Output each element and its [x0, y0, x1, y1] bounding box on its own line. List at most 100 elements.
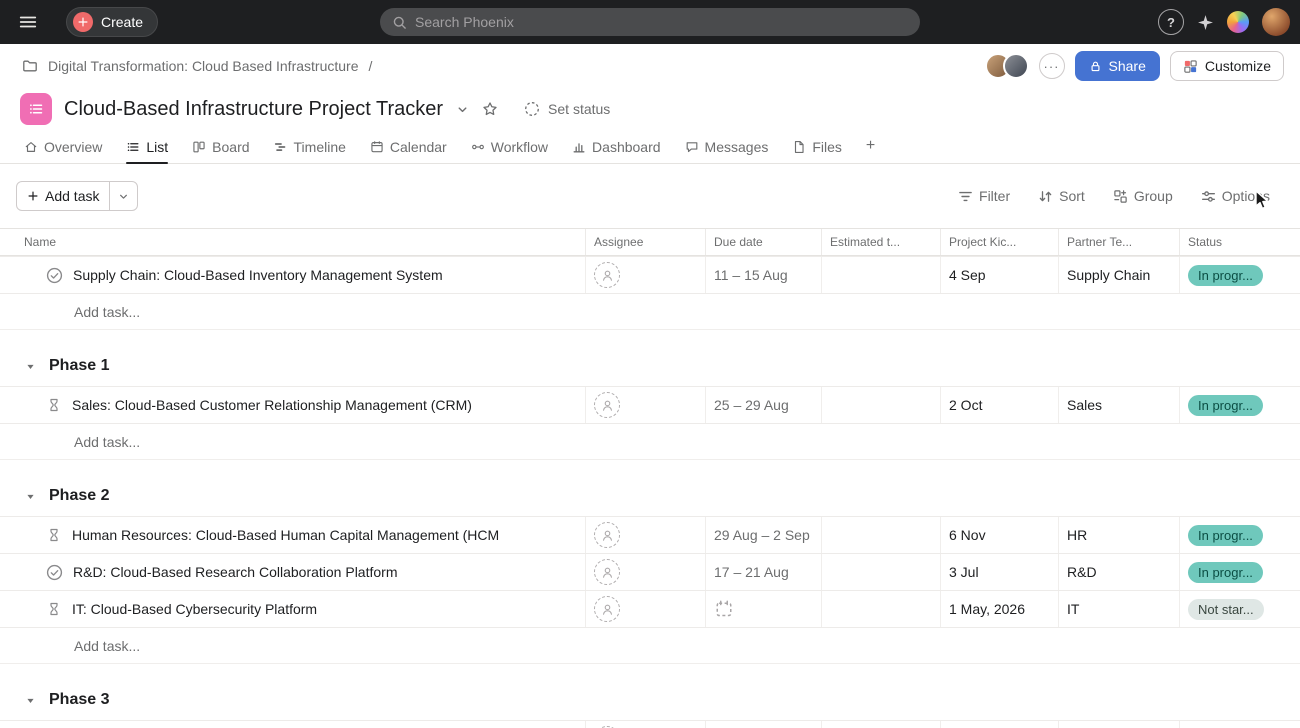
- hourglass-icon[interactable]: [46, 397, 62, 413]
- table-row[interactable]: R&D: Cloud-Based Research Collaboration …: [0, 554, 1300, 591]
- table-row[interactable]: Sales: Cloud-Based Customer Relationship…: [0, 387, 1300, 424]
- partner-team-cell[interactable]: Sales: [1059, 387, 1180, 423]
- check-circle-icon[interactable]: [46, 564, 63, 581]
- share-button[interactable]: Share: [1075, 51, 1160, 81]
- column-header-partner-team[interactable]: Partner Te...: [1059, 229, 1180, 255]
- tab-board[interactable]: Board: [192, 139, 249, 163]
- sort-button[interactable]: Sort: [1038, 188, 1085, 204]
- add-task-row[interactable]: Add task...: [0, 628, 1300, 664]
- empty-due-date-icon[interactable]: [714, 599, 734, 619]
- status-badge[interactable]: In progr...: [1188, 525, 1263, 546]
- caret-down-icon[interactable]: [24, 360, 37, 373]
- options-button[interactable]: Options: [1201, 188, 1270, 204]
- add-task-row[interactable]: Add task...: [0, 424, 1300, 460]
- section-header[interactable]: Phase 2: [0, 476, 1300, 516]
- project-kickoff-cell[interactable]: 4 Sep: [941, 257, 1059, 293]
- due-date-cell[interactable]: 11 – 15 Aug: [706, 257, 822, 293]
- breadcrumb[interactable]: Digital Transformation: Cloud Based Infr…: [22, 58, 372, 74]
- assignee-cell[interactable]: [586, 591, 706, 627]
- assignee-cell[interactable]: [586, 257, 706, 293]
- celebration-icon[interactable]: [1227, 11, 1249, 33]
- project-kickoff-cell[interactable]: 2 Oct: [941, 387, 1059, 423]
- status-cell[interactable]: In progr...: [1180, 387, 1300, 423]
- assignee-cell[interactable]: [586, 387, 706, 423]
- column-header-status[interactable]: Status: [1180, 229, 1300, 255]
- caret-down-icon[interactable]: [24, 490, 37, 503]
- tab-messages[interactable]: Messages: [685, 139, 769, 163]
- due-date-cell[interactable]: 2 – 6 Sep: [706, 721, 822, 728]
- project-kickoff-cell[interactable]: 3 Jul: [941, 554, 1059, 590]
- table-row[interactable]: Quality Assurance: Cloud-Based Quality M…: [0, 721, 1300, 728]
- status-cell[interactable]: Not star...: [1180, 591, 1300, 627]
- tab-files[interactable]: Files: [792, 139, 842, 163]
- hourglass-icon[interactable]: [46, 601, 62, 617]
- tab-timeline[interactable]: Timeline: [274, 139, 346, 163]
- member-avatar[interactable]: [1003, 53, 1029, 79]
- due-date-cell[interactable]: 25 – 29 Aug: [706, 387, 822, 423]
- status-cell[interactable]: In progr...: [1180, 554, 1300, 590]
- task-name-cell[interactable]: Quality Assurance: Cloud-Based Quality M…: [0, 721, 586, 728]
- assignee-cell[interactable]: [586, 517, 706, 553]
- project-kickoff-cell[interactable]: 6 Nov: [941, 517, 1059, 553]
- table-row[interactable]: Supply Chain: Cloud-Based Inventory Mana…: [0, 257, 1300, 294]
- assignee-cell[interactable]: [586, 554, 706, 590]
- estimated-cell[interactable]: [822, 517, 941, 553]
- estimated-cell[interactable]: [822, 591, 941, 627]
- estimated-cell[interactable]: [822, 721, 941, 728]
- tab-list[interactable]: List: [126, 139, 168, 163]
- caret-down-icon[interactable]: [24, 694, 37, 707]
- partner-team-cell[interactable]: HR: [1059, 517, 1180, 553]
- partner-team-cell[interactable]: IT: [1059, 591, 1180, 627]
- task-name-cell[interactable]: Human Resources: Cloud-Based Human Capit…: [0, 517, 586, 553]
- chevron-down-icon[interactable]: [455, 102, 470, 117]
- status-cell[interactable]: Not star...: [1180, 721, 1300, 728]
- project-kickoff-cell[interactable]: 1 May, 2026: [941, 591, 1059, 627]
- section-title[interactable]: Phase 1: [49, 357, 109, 375]
- estimated-cell[interactable]: [822, 387, 941, 423]
- status-badge[interactable]: Not star...: [1188, 599, 1264, 620]
- section-header[interactable]: Phase 3: [0, 680, 1300, 720]
- add-task-dropdown[interactable]: [109, 182, 137, 210]
- tab-overview[interactable]: Overview: [24, 139, 102, 163]
- project-icon[interactable]: [20, 93, 52, 125]
- group-button[interactable]: Group: [1113, 188, 1173, 204]
- add-task-row[interactable]: Add task...: [0, 294, 1300, 330]
- help-button[interactable]: ?: [1158, 9, 1184, 35]
- tab-calendar[interactable]: Calendar: [370, 139, 447, 163]
- create-button[interactable]: Create: [66, 7, 158, 37]
- profile-avatar[interactable]: [1262, 8, 1290, 36]
- hamburger-menu-icon[interactable]: [14, 8, 42, 36]
- hourglass-icon[interactable]: [46, 527, 62, 543]
- breadcrumb-text[interactable]: Digital Transformation: Cloud Based Infr…: [48, 58, 358, 74]
- status-cell[interactable]: In progr...: [1180, 517, 1300, 553]
- estimated-cell[interactable]: [822, 257, 941, 293]
- due-date-cell[interactable]: 29 Aug – 2 Sep: [706, 517, 822, 553]
- global-search[interactable]: [380, 8, 920, 36]
- table-row[interactable]: Human Resources: Cloud-Based Human Capit…: [0, 517, 1300, 554]
- column-header-due-date[interactable]: Due date: [706, 229, 822, 255]
- column-header-project-kickoff[interactable]: Project Kic...: [941, 229, 1059, 255]
- project-kickoff-cell[interactable]: 1 Apr, 2026: [941, 721, 1059, 728]
- tab-dashboard[interactable]: Dashboard: [572, 139, 661, 163]
- estimated-cell[interactable]: [822, 554, 941, 590]
- column-header-name[interactable]: Name: [0, 229, 586, 255]
- status-badge[interactable]: In progr...: [1188, 562, 1263, 583]
- column-header-estimated[interactable]: Estimated t...: [822, 229, 941, 255]
- status-cell[interactable]: In progr...: [1180, 257, 1300, 293]
- customize-button[interactable]: Customize: [1170, 51, 1284, 81]
- member-avatars[interactable]: [985, 53, 1029, 79]
- add-task-button[interactable]: Add task: [17, 182, 109, 210]
- task-name-cell[interactable]: Sales: Cloud-Based Customer Relationship…: [0, 387, 586, 423]
- column-header-assignee[interactable]: Assignee: [586, 229, 706, 255]
- partner-team-cell[interactable]: QA: [1059, 721, 1180, 728]
- task-name-cell[interactable]: Supply Chain: Cloud-Based Inventory Mana…: [0, 257, 586, 293]
- search-input[interactable]: [415, 14, 908, 30]
- table-row[interactable]: IT: Cloud-Based Cybersecurity Platform 1…: [0, 591, 1300, 628]
- status-badge[interactable]: In progr...: [1188, 395, 1263, 416]
- tab-workflow[interactable]: Workflow: [471, 139, 548, 163]
- section-title[interactable]: Phase 2: [49, 487, 109, 505]
- partner-team-cell[interactable]: Supply Chain: [1059, 257, 1180, 293]
- assignee-cell[interactable]: [586, 721, 706, 728]
- more-members-button[interactable]: ···: [1039, 53, 1065, 79]
- section-title[interactable]: Phase 3: [49, 691, 109, 709]
